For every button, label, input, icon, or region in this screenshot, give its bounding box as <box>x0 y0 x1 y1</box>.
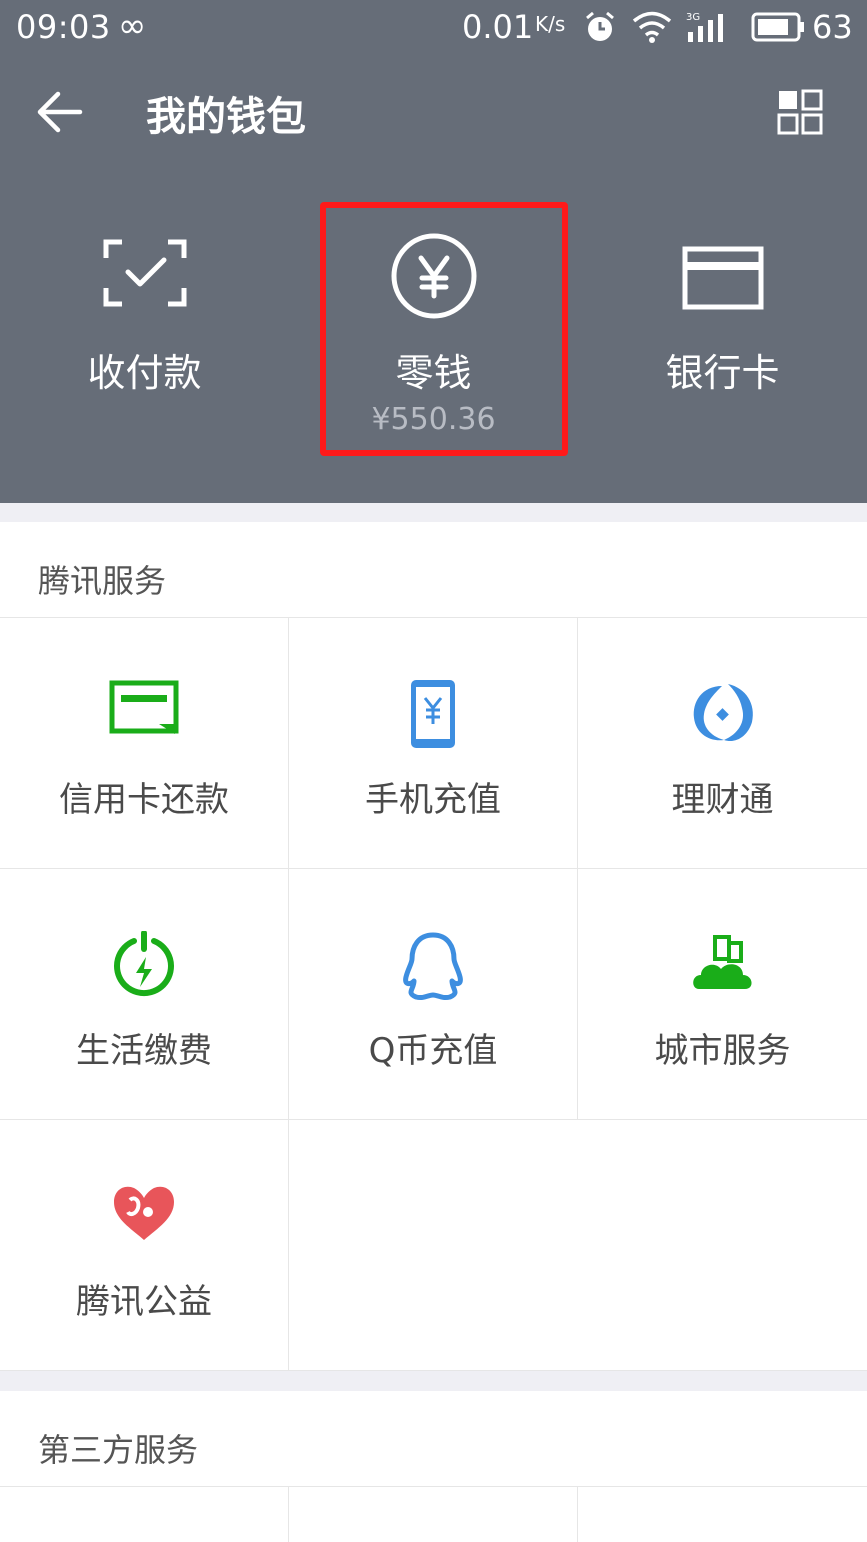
wallet-header: 09:03 ∞ 0.01 K/s 3G 63 我的钱包 收付款 零钱 ¥550.… <box>0 0 867 503</box>
receive-pay-button[interactable]: 收付款 <box>0 200 289 460</box>
battery-icon <box>750 10 806 48</box>
bank-card-label: 银行卡 <box>665 351 780 395</box>
service-label: Q币充值 <box>368 1031 498 1071</box>
title-bar: 我的钱包 <box>0 70 867 154</box>
third-party-services-header: 第三方服务 <box>0 1391 867 1487</box>
back-arrow-icon[interactable] <box>34 88 86 136</box>
battery-level: 63 <box>812 8 853 46</box>
bank-card-button[interactable]: 银行卡 <box>578 200 867 460</box>
bank-card-icon <box>682 238 764 314</box>
service-label: 理财通 <box>671 780 774 820</box>
scan-check-icon <box>102 238 188 312</box>
city-service-icon <box>691 931 755 999</box>
page-title: 我的钱包 <box>146 94 306 140</box>
grid-menu-icon[interactable] <box>776 88 824 136</box>
receive-pay-label: 收付款 <box>87 351 202 395</box>
svg-text:3G: 3G <box>686 12 700 23</box>
status-time: 09:03 <box>16 8 111 46</box>
service-city[interactable]: 城市服务 <box>578 869 867 1120</box>
service-qq-coin[interactable]: Q币充值 <box>289 869 578 1120</box>
service-label: 手机充值 <box>365 780 501 820</box>
service-charity[interactable]: 腾讯公益 <box>0 1120 289 1371</box>
charity-heart-icon <box>110 1182 178 1248</box>
status-bar: 09:03 ∞ 0.01 K/s 3G 63 <box>0 0 867 54</box>
service-label: 腾讯公益 <box>76 1282 212 1322</box>
alarm-icon <box>583 10 617 48</box>
service-label: 城市服务 <box>654 1031 791 1071</box>
licaitong-icon <box>688 680 758 750</box>
highlight-box <box>320 202 568 456</box>
service-label: 生活缴费 <box>76 1031 212 1071</box>
qq-coin-icon <box>400 931 466 1007</box>
tencent-services-title: 腾讯服务 <box>38 562 167 600</box>
credit-card-repay-icon <box>109 680 179 740</box>
service-credit-card-repay[interactable]: 信用卡还款 <box>0 618 289 869</box>
service-utility-bill[interactable]: 生活缴费 <box>0 869 289 1120</box>
tencent-services-grid: 信用卡还款 手机充值 理财通 生活缴费 Q币充值 城市服务 腾讯公益 <box>0 618 867 1371</box>
service-licaitong[interactable]: 理财通 <box>578 618 867 869</box>
infinity-icon: ∞ <box>118 6 147 46</box>
third-party-cell[interactable] <box>289 1487 578 1542</box>
empty-cell <box>289 1120 867 1371</box>
third-party-services-title: 第三方服务 <box>38 1431 199 1469</box>
service-label: 信用卡还款 <box>59 780 229 820</box>
third-party-cell[interactable] <box>578 1487 867 1542</box>
third-party-cell[interactable] <box>0 1487 289 1542</box>
third-party-services-grid <box>0 1487 867 1542</box>
service-phone-recharge[interactable]: 手机充值 <box>289 618 578 869</box>
network-rate: 0.01 <box>462 8 534 46</box>
utility-bill-icon <box>112 930 176 1007</box>
network-rate-unit: K/s <box>535 12 566 36</box>
phone-recharge-icon <box>409 678 457 754</box>
wifi-icon <box>632 10 672 48</box>
signal-icon: 3G <box>686 10 734 48</box>
tencent-services-header: 腾讯服务 <box>0 522 867 618</box>
